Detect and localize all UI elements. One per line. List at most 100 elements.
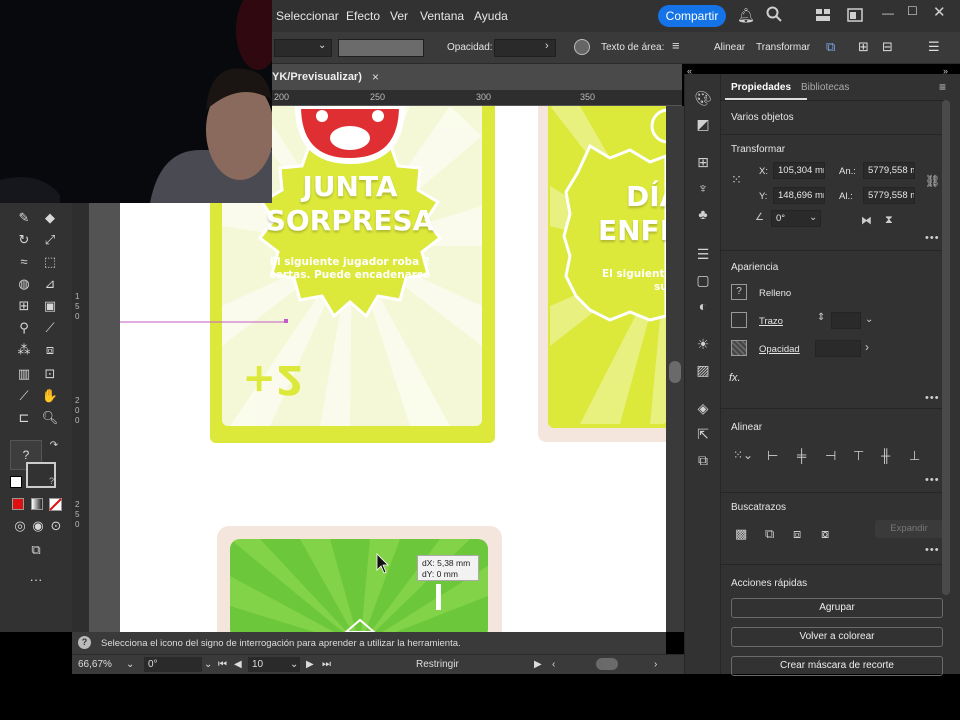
reference-point-icon[interactable]: ⁙ bbox=[731, 172, 742, 188]
first-artboard-icon[interactable]: ⏮ bbox=[218, 659, 227, 670]
artboard-tool-icon[interactable]: ⊡ bbox=[40, 364, 60, 384]
hand-tool-icon[interactable]: ✋ bbox=[40, 386, 60, 406]
y-field[interactable]: 148,696 mr bbox=[773, 187, 825, 204]
artboards-icon[interactable]: ⧉ bbox=[693, 450, 713, 470]
blob-brush-tool-icon[interactable]: ✎ bbox=[14, 208, 34, 228]
align-left-icon[interactable]: ⊢ bbox=[767, 448, 778, 464]
recolor-icon[interactable] bbox=[574, 39, 590, 55]
collapse-dock-icon[interactable]: « bbox=[687, 66, 692, 76]
align-middle-icon[interactable]: ╫ bbox=[881, 448, 890, 463]
more-options-icon[interactable]: ••• bbox=[925, 232, 940, 244]
more-options-icon[interactable]: ••• bbox=[925, 544, 940, 556]
blend-tool-icon[interactable]: ⁂ bbox=[14, 340, 34, 360]
brushes-icon[interactable]: ♆ bbox=[693, 178, 713, 198]
tab-libraries[interactable]: Bibliotecas bbox=[801, 82, 849, 93]
rotate-tool-icon[interactable]: ↻ bbox=[14, 230, 34, 250]
zoom-tool-icon[interactable]: 🔍︎ bbox=[40, 408, 60, 428]
draw-behind-icon[interactable]: ◉ bbox=[28, 516, 48, 536]
fill-swatch[interactable]: ? bbox=[731, 284, 747, 300]
next-artboard-icon[interactable]: ▶ bbox=[306, 659, 314, 670]
color-mode-icon[interactable] bbox=[12, 498, 24, 510]
isolate-icon[interactable]: ⧉ bbox=[826, 39, 835, 55]
opacity-label[interactable]: Opacidad bbox=[759, 344, 800, 355]
transparency-icon[interactable]: ◐ bbox=[693, 296, 713, 316]
scroll-thumb[interactable] bbox=[669, 361, 681, 383]
zoom-level[interactable]: 66,67% bbox=[78, 659, 112, 670]
gradient-panel-icon[interactable]: ▢ bbox=[693, 270, 713, 290]
more-options-icon[interactable]: ••• bbox=[925, 474, 940, 486]
paragraph-align-icon[interactable]: ≡ bbox=[672, 38, 680, 53]
graphic-styles-icon[interactable]: ▨ bbox=[693, 360, 713, 380]
export-icon[interactable]: ⇱ bbox=[693, 424, 713, 444]
scroll-left-icon[interactable]: ‹ bbox=[552, 659, 555, 670]
color-guide-icon[interactable]: ◩ bbox=[693, 114, 713, 134]
scale-tool-icon[interactable]: ⤢ bbox=[40, 230, 60, 250]
gradient-mode-icon[interactable] bbox=[31, 498, 43, 510]
stroke-swatch-icon[interactable] bbox=[731, 312, 747, 328]
previous-artboard-icon[interactable]: ◀ bbox=[234, 659, 242, 670]
swatches-icon[interactable]: ⊞ bbox=[693, 152, 713, 172]
maximize-icon[interactable]: ☐ bbox=[907, 4, 918, 18]
fx-button[interactable]: fx. bbox=[729, 372, 741, 384]
help-icon[interactable]: ? bbox=[78, 636, 91, 649]
edit-toolbar-icon[interactable]: ··· bbox=[26, 570, 46, 590]
workspace-icon[interactable] bbox=[847, 8, 863, 25]
free-transform-tool-icon[interactable]: ⬚ bbox=[40, 252, 60, 272]
unite-icon[interactable]: ▩ bbox=[735, 526, 747, 542]
menu-ventana[interactable]: Ventana bbox=[420, 9, 464, 23]
last-artboard-icon[interactable]: ⏭ bbox=[322, 659, 331, 670]
shape-builder-tool-icon[interactable]: ◍ bbox=[14, 274, 34, 294]
distribute-icon[interactable]: ⊟ bbox=[882, 39, 893, 55]
width-tool-icon[interactable]: ≈ bbox=[14, 252, 34, 272]
align-link[interactable]: Alinear bbox=[714, 42, 745, 53]
search-icon[interactable] bbox=[766, 6, 782, 25]
left-ruler[interactable]: 150 200 250 bbox=[72, 200, 90, 632]
constrain-proportions-icon[interactable]: ⛓ bbox=[925, 174, 940, 188]
stroke-weight-field[interactable] bbox=[831, 312, 861, 329]
menu-efecto[interactable]: Efecto bbox=[346, 9, 380, 23]
recolor-button[interactable]: Volver a colorear bbox=[731, 627, 943, 647]
scroll-right-icon[interactable]: › bbox=[654, 659, 657, 670]
horizontal-scroll-thumb[interactable] bbox=[596, 658, 618, 670]
align-bottom-icon[interactable]: ⊥ bbox=[909, 448, 920, 464]
tab-properties[interactable]: Propiedades bbox=[731, 82, 791, 93]
slice-tool-icon[interactable]: ⟋ bbox=[14, 386, 34, 406]
draw-inside-icon[interactable]: ⊙ bbox=[46, 516, 66, 536]
align-center-icon[interactable]: ╪ bbox=[797, 448, 806, 463]
eyedropper-tool-icon[interactable]: ⚲ bbox=[14, 318, 34, 338]
screen-mode-icon[interactable]: ⧉ bbox=[26, 540, 46, 560]
align-to-icon[interactable]: ⁙⌄ bbox=[733, 448, 753, 462]
properties-scrollbar[interactable] bbox=[942, 100, 950, 595]
align-grid-icon[interactable]: ⊞ bbox=[858, 39, 869, 55]
panel-menu-icon[interactable]: ☰ bbox=[928, 39, 940, 55]
close-window-icon[interactable]: ✕ bbox=[933, 3, 946, 21]
flip-horizontal-icon[interactable]: ⧓ bbox=[861, 214, 872, 227]
measure-tool-icon[interactable]: ⟋ bbox=[40, 318, 60, 338]
chevron-down-icon[interactable]: ⌄ bbox=[204, 659, 212, 670]
collapse-panel-icon[interactable]: » bbox=[943, 66, 948, 76]
opacity-field[interactable] bbox=[815, 340, 861, 357]
panel-menu-icon[interactable]: ≡ bbox=[939, 80, 946, 94]
intersect-icon[interactable]: ⧈ bbox=[793, 526, 801, 542]
arrange-documents-icon[interactable] bbox=[815, 8, 831, 25]
chevron-down-icon[interactable]: ⌄ bbox=[126, 659, 134, 670]
width-field[interactable]: 5779,558 m bbox=[863, 162, 915, 179]
chevron-down-icon[interactable]: ⌄ bbox=[290, 659, 298, 670]
stroke-label[interactable]: Trazo bbox=[759, 316, 783, 327]
make-clipping-mask-button[interactable]: Crear máscara de recorte bbox=[731, 656, 943, 676]
symbols-icon[interactable]: ♣ bbox=[693, 204, 713, 224]
x-field[interactable]: 105,304 mr bbox=[773, 162, 825, 179]
height-field[interactable]: 5779,558 m bbox=[863, 187, 915, 204]
swap-colors-icon[interactable]: ↷ bbox=[44, 436, 64, 456]
print-tiling-tool-icon[interactable]: ⊏ bbox=[14, 408, 34, 428]
chevron-down-icon[interactable]: ⌄ bbox=[809, 212, 817, 223]
stroke-stepper-icon[interactable]: ⇕ bbox=[817, 312, 825, 323]
symbol-sprayer-tool-icon[interactable]: ⧈ bbox=[40, 340, 60, 360]
layers-icon[interactable]: ◈ bbox=[693, 398, 713, 418]
chevron-right-icon[interactable]: › bbox=[865, 340, 869, 354]
eraser-tool-icon[interactable]: ◆ bbox=[40, 208, 60, 228]
appearance-icon[interactable]: ☀ bbox=[693, 334, 713, 354]
stroke-panel-icon[interactable]: ☰ bbox=[693, 244, 713, 264]
bell-icon[interactable]: 🔔︎ bbox=[737, 7, 755, 24]
stroke-swatch[interactable]: ? bbox=[26, 462, 56, 488]
